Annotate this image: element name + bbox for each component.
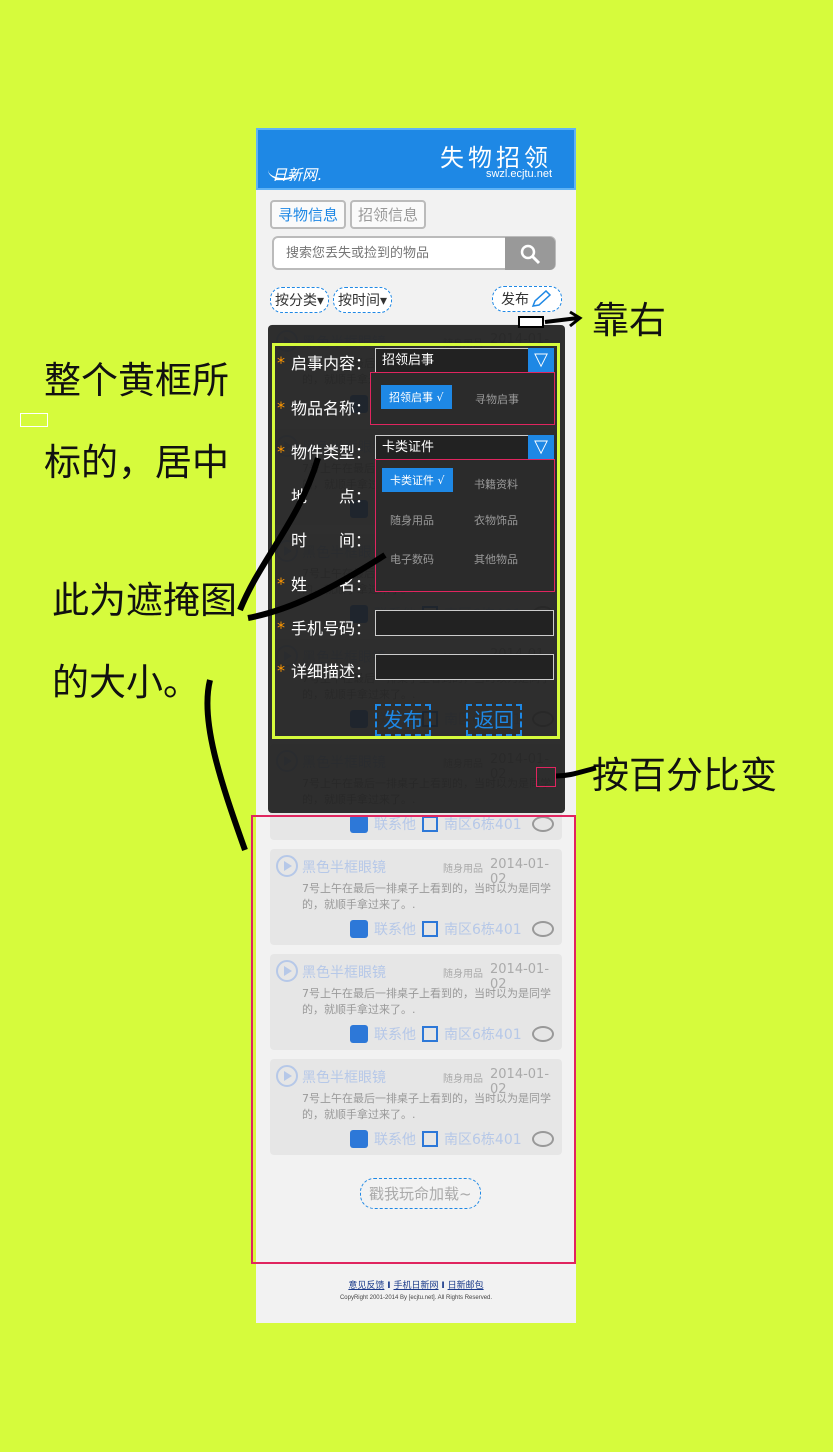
small-arrow-box [518,316,544,328]
stroke-center [237,457,321,612]
annotation-strokes [204,310,597,852]
stroke-percent [555,765,597,779]
stroke-red-frame [204,679,248,852]
arrow-line-right [544,316,579,324]
stroke-mask [247,552,387,621]
